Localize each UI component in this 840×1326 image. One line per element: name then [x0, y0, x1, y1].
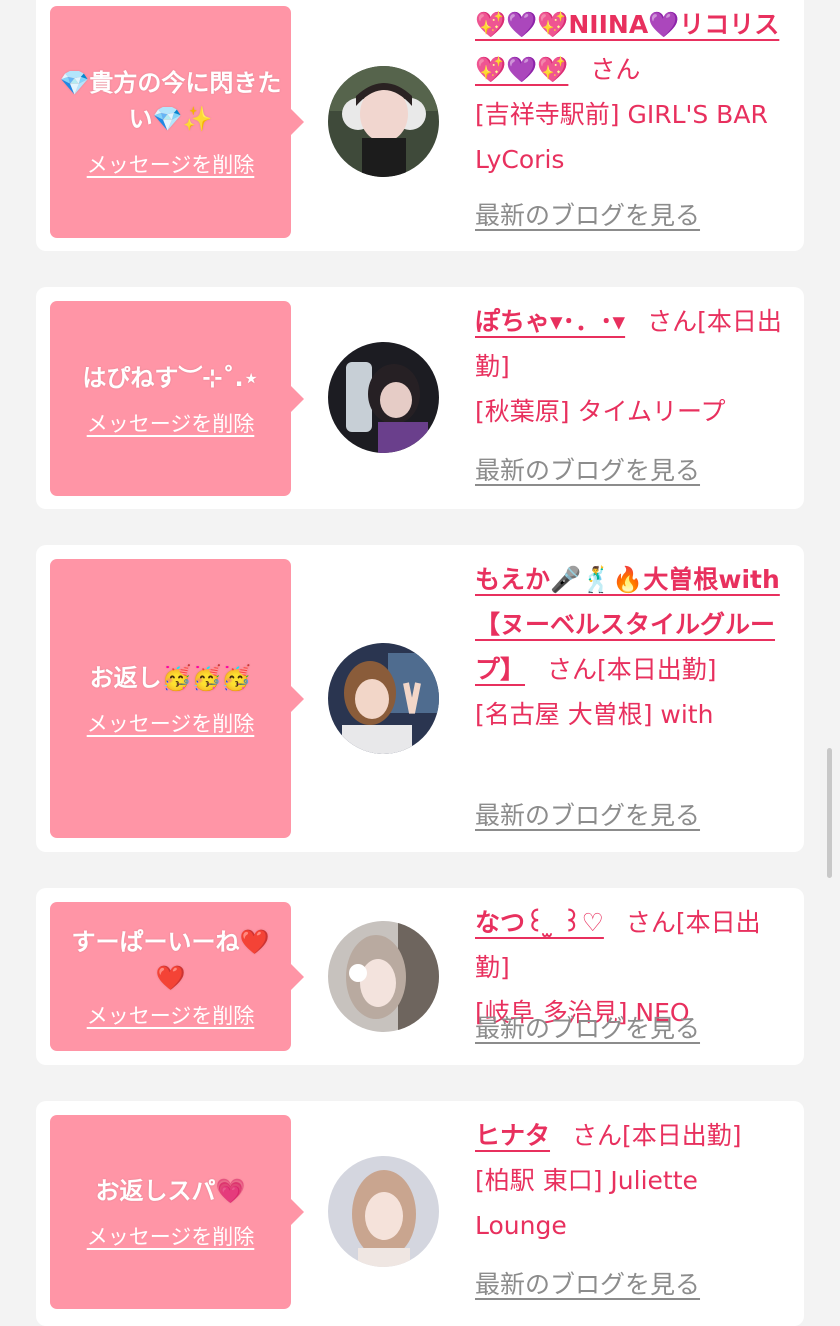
sender-name-link[interactable]: なつ꒰ ̫ ꒱♡	[475, 908, 604, 937]
message-bubble: お返し🥳🥳🥳 メッセージを削除	[50, 559, 304, 838]
shop-name: [名古屋 大曽根] with	[475, 700, 714, 729]
shop-name: [秋葉原] タイムリープ	[475, 397, 726, 426]
message-card: 💎貴方の今に閃きたい💎✨ メッセージを削除 💖💜💖NIINA💜リコリス💖💜💖 さん…	[36, 0, 804, 251]
message-bubble: お返しスパ💗 メッセージを削除	[50, 1115, 304, 1309]
message-card: はぴねす︶⊹˚.⋆ メッセージを削除 ぽちゃ▾･．･▾ さん[本日出勤] [秋葉原…	[36, 287, 804, 509]
message-text: お返し🥳🥳🥳	[89, 663, 252, 692]
message-bubble: 💎貴方の今に閃きたい💎✨ メッセージを削除	[50, 6, 304, 238]
latest-blog-link[interactable]: 最新のブログを見る	[475, 196, 700, 232]
shop-name: [吉祥寺駅前] GIRL'S BAR LyCoris	[475, 100, 768, 174]
delete-message-link[interactable]: メッセージを削除	[87, 408, 255, 438]
sender-info: もえか🎤🕺🔥大曽根with【ヌーベルスタイルグループ】 さん[本日出勤] [名古屋…	[475, 557, 795, 737]
message-text: はぴねす︶⊹˚.⋆	[82, 363, 259, 392]
sender-suffix: さん[本日出勤]	[547, 655, 717, 684]
latest-blog-link[interactable]: 最新のブログを見る	[475, 1265, 700, 1301]
message-bubble: はぴねす︶⊹˚.⋆ メッセージを削除	[50, 301, 304, 496]
message-card: お返し🥳🥳🥳 メッセージを削除 もえか🎤🕺🔥大曽根with【ヌーベルスタイルグル…	[36, 545, 804, 852]
avatar[interactable]	[328, 342, 439, 453]
scrollbar[interactable]	[827, 748, 832, 878]
sender-name-link[interactable]: ぽちゃ▾･．･▾	[475, 307, 625, 336]
latest-blog-link[interactable]: 最新のブログを見る	[475, 1009, 700, 1045]
delete-message-link[interactable]: メッセージを削除	[87, 708, 255, 738]
message-bubble: すーぱーいーね❤️❤️ メッセージを削除	[50, 902, 304, 1051]
latest-blog-link[interactable]: 最新のブログを見る	[475, 451, 700, 487]
sender-suffix: さん	[590, 55, 641, 84]
avatar[interactable]	[328, 643, 439, 754]
delete-message-link[interactable]: メッセージを削除	[87, 1221, 255, 1251]
sender-info: 💖💜💖NIINA💜リコリス💖💜💖 さん [吉祥寺駅前] GIRL'S BAR Ly…	[475, 2, 795, 182]
latest-blog-link[interactable]: 最新のブログを見る	[475, 796, 700, 832]
message-text: お返しスパ💗	[95, 1177, 246, 1205]
shop-name: [柏駅 東口] Juliette Lounge	[475, 1166, 698, 1240]
message-text: すーぱーいーね❤️❤️	[71, 927, 270, 992]
sender-name-link[interactable]: ヒナタ	[475, 1121, 550, 1150]
sender-suffix: さん[本日出勤]	[572, 1121, 742, 1150]
sender-info: ヒナタ さん[本日出勤] [柏駅 東口] Juliette Lounge	[475, 1113, 795, 1248]
delete-message-link[interactable]: メッセージを削除	[87, 1000, 255, 1030]
message-card: お返しスパ💗 メッセージを削除 ヒナタ さん[本日出勤] [柏駅 東口] Juli…	[36, 1101, 804, 1326]
message-card: すーぱーいーね❤️❤️ メッセージを削除 なつ꒰ ̫ ꒱♡ さん[本日出勤] [岐…	[36, 888, 804, 1065]
message-text: 💎貴方の今に閃きたい💎✨	[59, 69, 282, 133]
sender-info: ぽちゃ▾･．･▾ さん[本日出勤] [秋葉原] タイムリープ	[475, 299, 795, 434]
avatar[interactable]	[328, 921, 439, 1032]
avatar[interactable]	[328, 66, 439, 177]
avatar[interactable]	[328, 1156, 439, 1267]
delete-message-link[interactable]: メッセージを削除	[87, 149, 255, 179]
